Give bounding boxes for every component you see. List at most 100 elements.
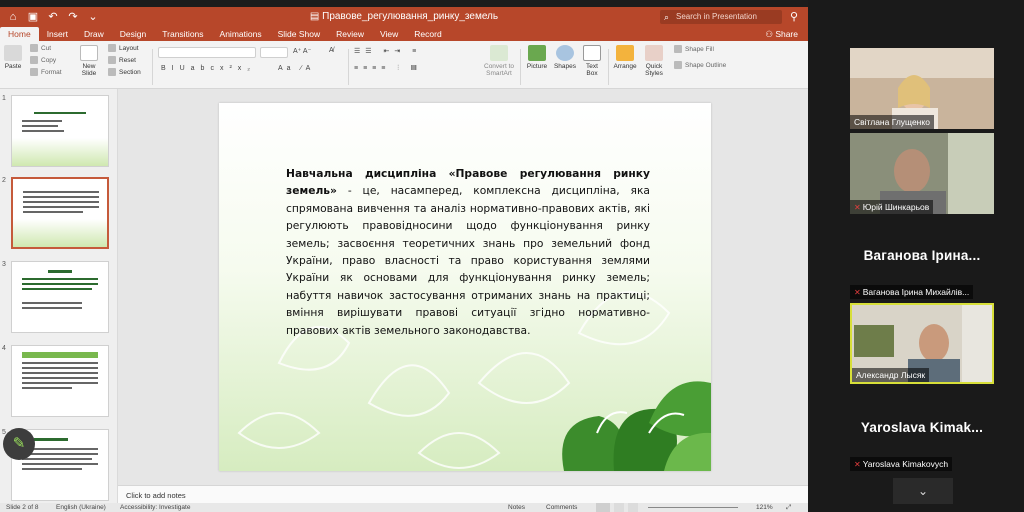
list-buttons[interactable]: ☰☰ ⇤⇥ ≡	[354, 47, 421, 55]
thumbnail-number: 4	[2, 345, 6, 352]
thumb-title	[34, 112, 86, 114]
tab-insert[interactable]: Insert	[39, 27, 76, 41]
section-button[interactable]: Section	[108, 68, 141, 76]
tab-review[interactable]: Review	[328, 27, 372, 41]
font-name-select[interactable]	[158, 47, 256, 58]
arrange-button[interactable]: Arrange	[612, 45, 638, 70]
cut-button[interactable]: Cut	[30, 44, 51, 52]
layout-icon	[108, 44, 116, 52]
thumb-background	[13, 219, 107, 247]
participant-tile[interactable]: Світлана Глущенко	[850, 48, 994, 129]
font-size-buttons[interactable]: A⁺ A⁻	[293, 47, 311, 55]
thumb-line	[22, 372, 98, 374]
scroll-down-button[interactable]: ⌄	[893, 478, 953, 504]
slide-thumbnail[interactable]	[11, 261, 109, 333]
format-painter-button[interactable]: Format	[30, 68, 62, 76]
zoom-slider[interactable]	[648, 507, 738, 508]
shape-outline-icon	[674, 61, 682, 69]
layout-button[interactable]: Layout	[108, 44, 139, 52]
shapes-button[interactable]: Shapes	[552, 45, 578, 70]
redo-icon[interactable]: ↷	[66, 10, 80, 24]
participant-tile[interactable]: ✕ Юрій Шинкарьов	[850, 133, 994, 214]
tab-record[interactable]: Record	[406, 27, 449, 41]
font-color-buttons[interactable]: Aa ∕A	[278, 65, 314, 72]
reset-icon	[108, 56, 116, 64]
participant-name: ✕ Юрій Шинкарьов	[850, 200, 934, 214]
slide-thumbnail-selected[interactable]	[11, 177, 109, 249]
thumb-line	[22, 458, 92, 460]
slide-thumbnail[interactable]	[11, 95, 109, 167]
participant-tile[interactable]: Ваганова Ірина... ✕ Ваганова Ірина Михайл…	[850, 218, 994, 299]
thumb-line	[23, 196, 99, 198]
picture-button[interactable]: Picture	[524, 45, 550, 70]
thumb-line	[22, 125, 58, 127]
text-box-button[interactable]: Text Box	[580, 45, 604, 77]
thumb-line	[22, 307, 82, 309]
shapes-icon	[556, 45, 574, 61]
paste-button[interactable]: Paste	[2, 45, 24, 70]
tab-draw[interactable]: Draw	[76, 27, 112, 41]
tab-design[interactable]: Design	[112, 27, 154, 41]
thumbnail-number: 3	[2, 261, 6, 268]
share-button[interactable]: ⚇ Share	[765, 27, 798, 41]
slide-body-text[interactable]: Навчальна дисципліна «Правове регулюванн…	[286, 165, 650, 339]
convert-smartart-button[interactable]: Convert to SmartArt	[484, 45, 514, 77]
title-bar: ⌂ ▣ ↶ ↷ ⌄ ▤ Правове_регулювання_ринку_зе…	[0, 7, 808, 27]
thumbnail-number: 1	[2, 95, 6, 102]
mic-muted-icon: ✕	[854, 460, 861, 469]
reading-view-icon[interactable]	[628, 503, 638, 512]
account-icon[interactable]: ⚲	[790, 10, 802, 24]
copy-button[interactable]: Copy	[30, 56, 56, 64]
participant-tile-active-speaker[interactable]: Александр Лысяк	[850, 303, 994, 384]
text-box-icon	[583, 45, 601, 61]
thumb-title	[22, 352, 98, 358]
shape-outline-button[interactable]: Shape Outline	[674, 61, 726, 69]
font-size-select[interactable]	[260, 47, 288, 58]
font-style-buttons[interactable]: BIUabcx²x₂	[161, 65, 256, 72]
tab-animations[interactable]: Animations	[212, 27, 270, 41]
new-slide-button[interactable]: New Slide	[76, 45, 102, 77]
thumb-line	[22, 382, 98, 384]
tab-view[interactable]: View	[372, 27, 406, 41]
participant-display-name: Yaroslava Kimak...	[860, 420, 984, 435]
slide-editor[interactable]: Навчальна дисципліна «Правове регулюванн…	[118, 89, 808, 485]
normal-view-icon[interactable]	[596, 503, 610, 512]
thumb-line	[23, 191, 99, 193]
shape-fill-button[interactable]: Shape Fill	[674, 45, 714, 53]
search-input[interactable]: ⌕ Search in Presentation	[660, 10, 782, 24]
thumb-line	[22, 130, 64, 132]
accessibility-status[interactable]: Accessibility: Investigate	[120, 503, 190, 512]
divider	[520, 49, 521, 85]
notes-pane[interactable]: Click to add notes	[118, 485, 808, 503]
thumb-title	[34, 438, 68, 441]
comments-button[interactable]: Comments	[546, 503, 577, 512]
clear-format-icon[interactable]: A̸	[329, 47, 334, 54]
tab-home[interactable]: Home	[0, 27, 39, 41]
home-icon[interactable]: ⌂	[6, 10, 20, 24]
slide-sorter-icon[interactable]	[614, 503, 624, 512]
tab-slide-show[interactable]: Slide Show	[270, 27, 329, 41]
desktop: ⌂ ▣ ↶ ↷ ⌄ ▤ Правове_регулювання_ринку_зе…	[0, 0, 1024, 512]
align-buttons[interactable]: ≡≡≡≡ ⫶ ▤	[354, 65, 422, 73]
mic-muted-icon: ✕	[854, 288, 861, 297]
customize-icon[interactable]: ⌄	[86, 10, 100, 24]
participant-name: ✕ Ваганова Ірина Михайлів...	[850, 285, 974, 299]
tab-transitions[interactable]: Transitions	[154, 27, 211, 41]
slide-thumbnail[interactable]	[11, 345, 109, 417]
annotate-pen-button[interactable]: ✎	[3, 428, 35, 460]
search-icon: ⌕	[664, 12, 670, 22]
new-slide-icon	[80, 45, 98, 61]
quick-styles-button[interactable]: Quick Styles	[642, 45, 666, 77]
reset-button[interactable]: Reset	[108, 56, 136, 64]
current-slide[interactable]: Навчальна дисципліна «Правове регулюванн…	[219, 103, 711, 471]
save-icon[interactable]: ▣	[26, 10, 40, 24]
zoom-level[interactable]: 121%	[756, 503, 773, 512]
notes-button[interactable]: Notes	[508, 503, 525, 512]
thumb-line	[22, 120, 62, 122]
language-indicator[interactable]: English (Ukraine)	[56, 503, 106, 512]
participant-tile[interactable]: Yaroslava Kimak... ✕ Yaroslava Kimakovych	[850, 390, 994, 471]
undo-icon[interactable]: ↶	[46, 10, 60, 24]
thumb-line	[22, 278, 98, 280]
thumb-line	[22, 387, 72, 389]
fit-slide-icon[interactable]: ⤢	[786, 503, 791, 512]
